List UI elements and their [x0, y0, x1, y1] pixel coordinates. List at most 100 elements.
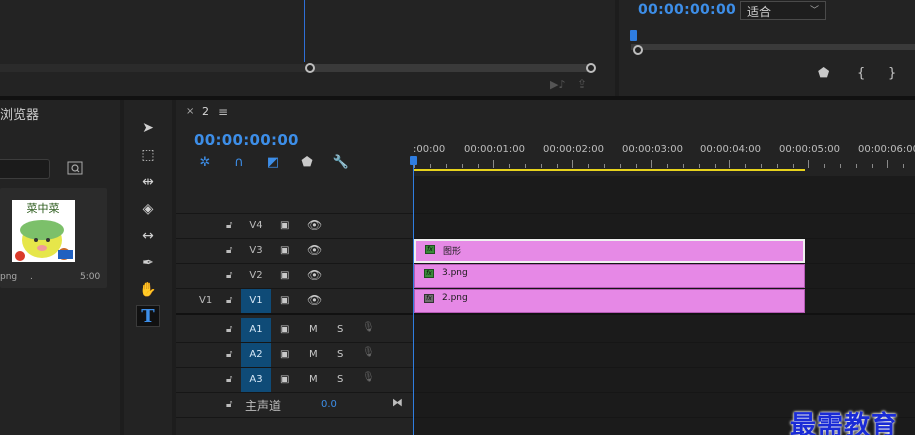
- lock-icon[interactable]: 🔓︎: [226, 295, 232, 306]
- microphone-icon[interactable]: 🎙︎: [362, 372, 375, 383]
- ruler-label: 00:00:01:00: [464, 144, 526, 155]
- project-item-filename: png: [0, 272, 18, 282]
- source-patch-v1[interactable]: V1: [199, 295, 212, 306]
- linked-selection-icon[interactable]: ◩: [264, 153, 282, 171]
- insert-icon[interactable]: ▶♪: [550, 78, 565, 91]
- source-playhead: [304, 0, 305, 62]
- project-search-input[interactable]: [0, 159, 50, 179]
- eye-icon[interactable]: 👁︎: [307, 293, 322, 307]
- lock-icon[interactable]: 🔓︎: [226, 270, 232, 281]
- razor-tool-icon[interactable]: ◈: [136, 198, 160, 220]
- lock-icon[interactable]: 🔓︎: [226, 374, 232, 385]
- solo-button[interactable]: S: [337, 349, 343, 360]
- clip-2-png[interactable]: fx 2.png: [414, 289, 805, 313]
- track-divider: [176, 342, 915, 343]
- selection-tool-icon[interactable]: ➤: [136, 117, 160, 139]
- snap-magnet-icon[interactable]: ∩: [230, 153, 248, 171]
- ruler-label: 00:00:04:00: [700, 144, 762, 155]
- source-monitor: [0, 0, 615, 96]
- video-audio-divider: [176, 313, 915, 315]
- master-volume-value[interactable]: 0.0: [321, 399, 337, 410]
- wrench-icon[interactable]: 🔧: [332, 153, 350, 171]
- add-marker-icon[interactable]: ⬟: [298, 153, 316, 171]
- close-tab-icon[interactable]: ×: [186, 106, 194, 117]
- clip-3-png[interactable]: fx 3.png: [414, 264, 805, 288]
- track-name-v1[interactable]: V1: [241, 289, 271, 313]
- source-scroll-track: [0, 64, 308, 72]
- marker-icon[interactable]: ⬟: [818, 66, 829, 81]
- program-playhead[interactable]: [630, 30, 637, 41]
- eye-icon[interactable]: 👁︎: [307, 243, 322, 257]
- lock-icon[interactable]: 🔓︎: [226, 324, 232, 335]
- ruler-label: :00:00: [413, 144, 446, 155]
- microphone-icon[interactable]: 🎙︎: [362, 322, 375, 333]
- program-scroll-handle[interactable]: [633, 45, 643, 55]
- track-name-v2[interactable]: V2: [241, 264, 271, 288]
- mute-button[interactable]: M: [309, 374, 318, 385]
- mute-button[interactable]: M: [309, 349, 318, 360]
- lock-icon[interactable]: 🔓︎: [226, 399, 232, 410]
- ripple-edit-tool-icon[interactable]: ⇹: [136, 171, 160, 193]
- search-icon[interactable]: [67, 161, 83, 175]
- export-frame-icon[interactable]: ⇪: [577, 77, 587, 91]
- microphone-icon[interactable]: 🎙︎: [362, 347, 375, 358]
- lock-icon[interactable]: 🔓︎: [226, 349, 232, 360]
- track-name-a2[interactable]: A2: [241, 343, 271, 367]
- sync-lock-icon[interactable]: ▣: [280, 295, 289, 306]
- hand-tool-icon[interactable]: ✋: [136, 279, 160, 301]
- track-divider: [176, 367, 915, 368]
- sync-lock-icon[interactable]: ▣: [280, 349, 289, 360]
- project-item-separator: .: [30, 272, 33, 282]
- time-ruler[interactable]: [414, 160, 915, 168]
- track-divider: [176, 392, 915, 393]
- solo-button[interactable]: S: [337, 324, 343, 335]
- solo-button[interactable]: S: [337, 374, 343, 385]
- fx-badge-icon: fx: [424, 294, 434, 303]
- source-scroll-right-handle[interactable]: [586, 63, 596, 73]
- sync-lock-icon[interactable]: ▣: [280, 220, 289, 231]
- project-item-thumbnail: 菜中菜: [12, 200, 75, 262]
- nest-icon[interactable]: ✲: [196, 153, 214, 171]
- program-timecode[interactable]: 00:00:00:00: [638, 2, 736, 18]
- slip-tool-icon[interactable]: ↔: [136, 225, 160, 247]
- track-name-v3[interactable]: V3: [241, 239, 271, 263]
- clip-graphic[interactable]: fx 图形: [414, 239, 805, 263]
- go-to-end-icon[interactable]: ⧓: [392, 396, 403, 409]
- track-name-a1[interactable]: A1: [241, 318, 271, 342]
- master-track-label: 主声道: [245, 399, 282, 413]
- sync-lock-icon[interactable]: ▣: [280, 245, 289, 256]
- watermark-text: 最需教育: [790, 411, 899, 435]
- project-item-duration: 5:00: [80, 272, 101, 282]
- fit-dropdown[interactable]: 适合 ﹀: [740, 1, 826, 20]
- eye-icon[interactable]: 👁︎: [307, 218, 322, 232]
- track-name-a3[interactable]: A3: [241, 368, 271, 392]
- ruler-label: 00:00:05:00: [779, 144, 841, 155]
- program-zoom-scrollbar[interactable]: [631, 44, 915, 50]
- playhead-handle[interactable]: [410, 156, 417, 165]
- mark-out-icon[interactable]: }: [888, 66, 896, 81]
- mark-in-icon[interactable]: {: [857, 66, 865, 81]
- track-name-v4[interactable]: V4: [241, 214, 271, 238]
- ruler-label: 00:00:06:00: [858, 144, 915, 155]
- sync-lock-icon[interactable]: ▣: [280, 374, 289, 385]
- panel-menu-icon[interactable]: ≡: [218, 105, 228, 119]
- work-area-bar[interactable]: [414, 169, 805, 171]
- project-panel-title[interactable]: 浏览器: [0, 104, 39, 123]
- sync-lock-icon[interactable]: ▣: [280, 270, 289, 281]
- track-divider: [176, 213, 915, 214]
- mute-button[interactable]: M: [309, 324, 318, 335]
- lock-icon[interactable]: 🔓︎: [226, 245, 232, 256]
- eye-icon[interactable]: 👁︎: [307, 268, 322, 282]
- sync-lock-icon[interactable]: ▣: [280, 324, 289, 335]
- lock-icon[interactable]: 🔓︎: [226, 220, 232, 231]
- clip-label: 图形: [443, 247, 462, 257]
- timeline-timecode[interactable]: 00:00:00:00: [194, 131, 299, 149]
- type-tool-icon[interactable]: T: [136, 305, 160, 327]
- track-select-tool-icon[interactable]: ⬚: [136, 144, 160, 166]
- fx-badge-icon: fx: [424, 269, 434, 278]
- pen-tool-icon[interactable]: ✒: [136, 252, 160, 274]
- timeline-tab[interactable]: 2: [202, 105, 209, 118]
- source-zoom-scrollbar[interactable]: [310, 64, 592, 72]
- fit-dropdown-value: 适合: [747, 5, 772, 19]
- source-scroll-left-handle[interactable]: [305, 63, 315, 73]
